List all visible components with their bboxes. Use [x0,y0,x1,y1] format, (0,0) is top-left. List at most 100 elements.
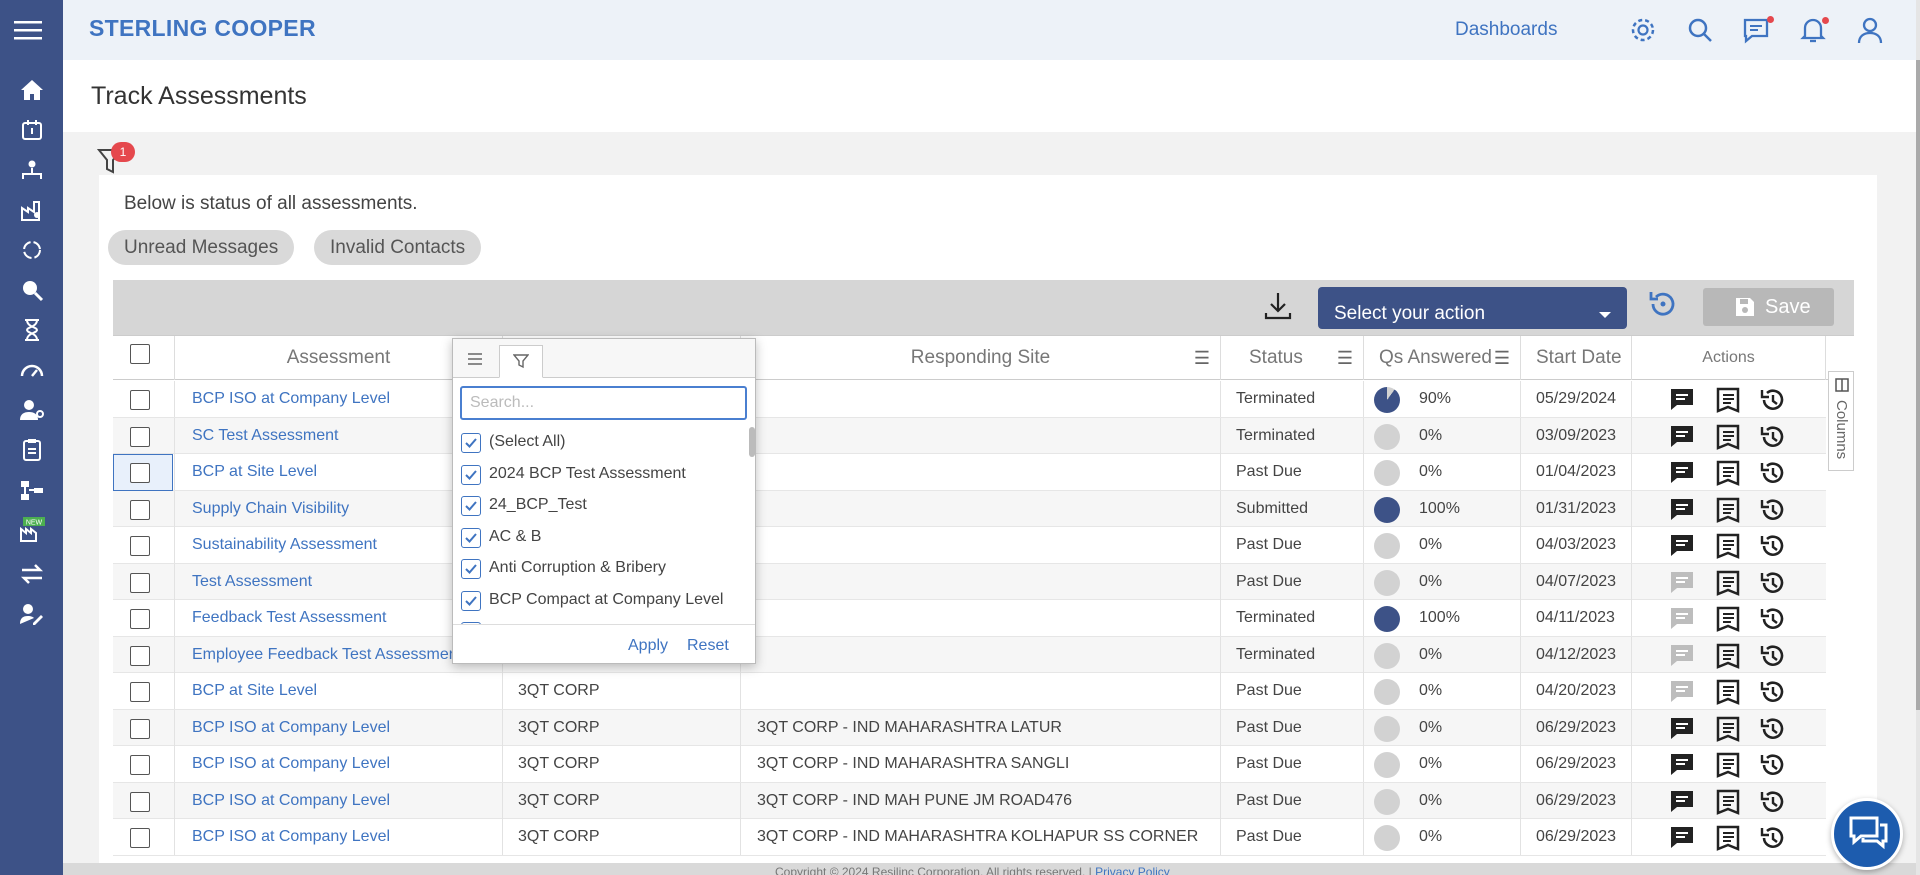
action-select[interactable]: Select your action [1318,287,1627,329]
message-icon[interactable] [1668,423,1696,451]
row-checkbox[interactable] [130,718,150,739]
reset-button[interactable]: Reset [687,637,729,655]
questionnaire-icon[interactable] [1714,496,1742,524]
filter-option[interactable]: AC & B [461,522,541,552]
page-scrollbar-thumb[interactable] [1916,60,1920,710]
apply-button[interactable]: Apply [628,637,668,655]
table-row[interactable]: Test Assessment Past Due 0% 04/07/2023 [113,563,1826,600]
filter-option[interactable]: Anti Corruption & Bribery [461,553,666,583]
row-checkbox[interactable] [130,682,150,702]
user-settings-icon[interactable] [16,394,48,426]
responding-site-column-header[interactable]: Responding Site ☰ [741,336,1221,380]
row-checkbox[interactable] [130,791,150,812]
table-row[interactable]: Sustainability Assessment Past Due 0% 04… [113,527,1826,564]
table-row[interactable]: SC Test Assessment Terminated 0% 03/09/2… [113,417,1826,454]
message-icon[interactable] [1668,386,1696,414]
questionnaire-icon[interactable] [1714,605,1742,633]
hierarchy-icon[interactable] [16,474,48,506]
assessment-link[interactable]: BCP ISO at Company Level [175,746,503,782]
assessment-link[interactable]: BCP ISO at Company Level [175,782,503,819]
history-icon[interactable] [1759,423,1787,451]
table-row[interactable]: BCP at Site Level 3QT CORP Past Due 0% 0… [113,673,1826,710]
column-menu-icon[interactable]: ☰ [1194,336,1210,380]
questionnaire-icon[interactable] [1714,532,1742,560]
status-column-header[interactable]: Status ☰ [1221,336,1364,380]
hourglass-icon[interactable] [16,314,48,346]
table-row[interactable]: BCP ISO at Company Level Terminated 90% … [113,381,1826,418]
checkbox-checked-icon[interactable] [461,433,481,453]
messages-icon[interactable] [1742,16,1770,44]
gauge-icon[interactable] [16,354,48,386]
filter-option[interactable]: 2024 BCP Test Assessment [461,459,686,489]
history-icon[interactable] [1759,824,1787,852]
table-row[interactable]: BCP at Site Level Past Due 0% 01/04/2023 [113,454,1826,491]
column-menu-icon[interactable]: ☰ [1494,336,1510,380]
unread-messages-chip[interactable]: Unread Messages [108,230,295,265]
row-checkbox[interactable] [130,390,150,410]
message-icon[interactable] [1668,788,1696,816]
questionnaire-icon[interactable] [1714,751,1742,779]
user-edit-icon[interactable] [16,598,48,630]
history-icon[interactable] [1759,569,1787,597]
checkbox-checked-icon[interactable] [461,496,481,516]
user-icon[interactable] [1856,16,1884,44]
questionnaire-icon[interactable] [1714,715,1742,743]
calendar-alert-icon[interactable] [16,114,48,146]
filter-option[interactable]: (Select All) [461,427,565,457]
message-icon[interactable] [1668,496,1696,524]
checkbox-checked-icon[interactable] [461,464,481,485]
table-row[interactable]: BCP ISO at Company Level 3QT CORP 3QT CO… [113,746,1826,783]
table-row[interactable]: Feedback Test Assessment Terminated 100%… [113,600,1826,637]
row-checkbox[interactable] [130,426,150,447]
privacy-policy-link[interactable]: Privacy Policy [1095,865,1170,875]
row-checkbox[interactable] [130,755,150,775]
message-icon[interactable] [1668,569,1696,597]
row-checkbox[interactable] [130,499,150,520]
qs-answered-column-header[interactable]: Qs Answered ☰ [1364,336,1521,380]
row-checkbox[interactable] [130,463,150,483]
select-all-checkbox[interactable] [130,344,150,364]
questionnaire-icon[interactable] [1714,642,1742,670]
message-icon[interactable] [1668,824,1696,852]
filter-option[interactable]: BCP Compact at Company Level [461,585,723,615]
questionnaire-icon[interactable] [1714,824,1742,852]
row-checkbox[interactable] [130,828,150,848]
history-icon[interactable] [1759,496,1787,524]
filter-option[interactable]: 24_BCP_Test [461,490,587,520]
filter-option-partial[interactable] [461,616,489,624]
history-icon[interactable] [1759,751,1787,779]
row-checkbox[interactable] [130,609,150,629]
save-button[interactable]: Save [1703,288,1834,326]
table-row[interactable]: BCP ISO at Company Level 3QT CORP 3QT CO… [113,782,1826,819]
download-icon[interactable] [1263,291,1293,321]
checkbox-checked-icon[interactable] [461,590,481,611]
message-icon[interactable] [1668,715,1696,743]
questionnaire-icon[interactable] [1714,678,1742,706]
message-icon[interactable] [1668,605,1696,633]
brand-logo[interactable]: STERLING COOPER [89,15,316,42]
message-icon[interactable] [1668,751,1696,779]
table-row[interactable]: Employee Feedback Test Assessment Termin… [113,636,1826,673]
assessment-link[interactable]: BCP at Site Level [175,673,503,709]
org-chart-icon[interactable] [16,154,48,186]
questionnaire-icon[interactable] [1714,386,1742,414]
assessment-link[interactable]: BCP ISO at Company Level [175,709,503,746]
columns-side-tab[interactable]: Columns [1828,371,1854,471]
table-row[interactable]: BCP ISO at Company Level 3QT CORP 3QT CO… [113,819,1826,856]
search-icon[interactable] [1686,16,1714,44]
row-checkbox[interactable] [130,536,150,556]
cycle-icon[interactable] [16,234,48,266]
history-icon[interactable] [1759,459,1787,487]
chat-button[interactable] [1831,798,1903,870]
filter-list-scrollbar[interactable] [749,427,755,457]
message-icon[interactable] [1668,678,1696,706]
row-checkbox[interactable] [130,572,150,593]
history-icon[interactable] [1759,642,1787,670]
clipboard-icon[interactable] [16,434,48,466]
home-icon[interactable] [16,74,48,106]
history-icon[interactable] [1759,715,1787,743]
assessment-link[interactable]: BCP ISO at Company Level [175,819,503,855]
history-icon[interactable] [1759,386,1787,414]
checkbox-checked-icon[interactable] [461,559,481,579]
settings-icon[interactable] [1629,16,1657,44]
